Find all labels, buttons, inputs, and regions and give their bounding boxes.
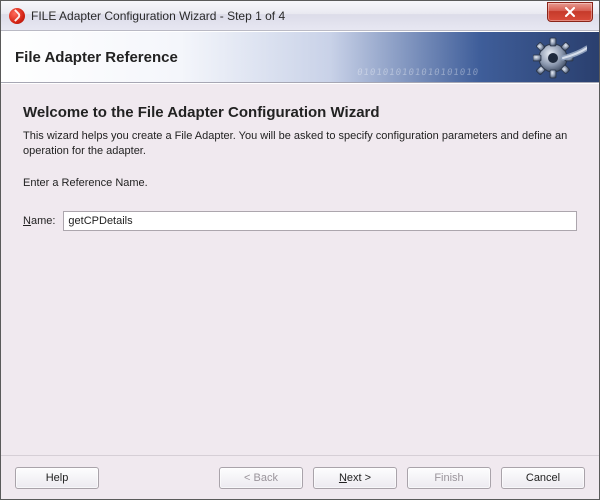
finish-button: Finish <box>407 467 491 489</box>
name-prompt: Enter a Reference Name. <box>23 177 577 189</box>
next-button[interactable]: Next > <box>313 467 397 489</box>
banner-title: File Adapter Reference <box>15 49 178 66</box>
window-title: FILE Adapter Configuration Wizard - Step… <box>31 9 285 23</box>
titlebar[interactable]: FILE Adapter Configuration Wizard - Step… <box>1 1 599 31</box>
button-bar: Help < Back Next > Finish Cancel <box>1 455 599 499</box>
content-area: Welcome to the File Adapter Configuratio… <box>1 83 599 455</box>
welcome-title: Welcome to the File Adapter Configuratio… <box>23 104 577 121</box>
wizard-window: FILE Adapter Configuration Wizard - Step… <box>0 0 600 500</box>
name-input[interactable] <box>63 211 577 231</box>
back-button: < Back <box>219 467 303 489</box>
name-field-row: Name: <box>23 211 577 231</box>
name-label: Name: <box>23 215 55 227</box>
help-button[interactable]: Help <box>15 467 99 489</box>
banner-decoration-digits: 0101010101010101010 <box>356 68 479 78</box>
wizard-description: This wizard helps you create a File Adap… <box>23 129 577 159</box>
cancel-button[interactable]: Cancel <box>501 467 585 489</box>
close-button[interactable] <box>547 2 593 22</box>
gear-icon <box>533 36 587 80</box>
app-icon <box>9 8 25 24</box>
close-icon <box>564 7 576 17</box>
banner: File Adapter Reference 01010101010101010… <box>1 31 599 83</box>
